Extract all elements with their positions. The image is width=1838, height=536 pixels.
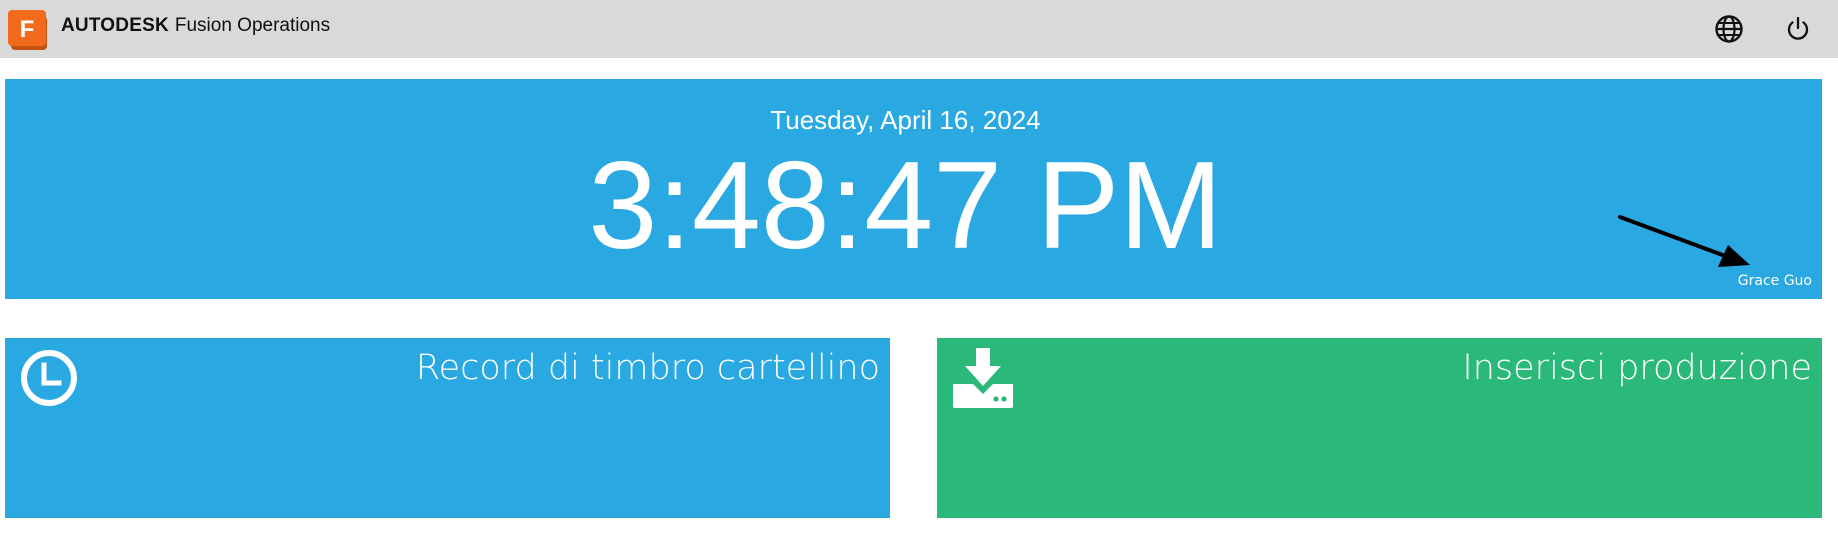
brand-title: AUTODESK Fusion Operations: [61, 15, 330, 37]
clock-icon: [19, 348, 81, 410]
clock-panel: Tuesday, April 16, 2024 3:48:47 PM Grace…: [5, 79, 1822, 299]
fusion-logo-icon: F: [8, 10, 50, 52]
brand-company: AUTODESK: [61, 15, 169, 36]
current-time: 3:48:47 PM: [588, 137, 1223, 275]
download-icon: [951, 348, 1013, 410]
tile-enter-production[interactable]: Inserisci produzione: [937, 338, 1822, 518]
top-bar: F AUTODESK Fusion Operations: [0, 0, 1838, 58]
tile-label: Inserisci produzione: [1462, 348, 1812, 388]
globe-icon: [1715, 15, 1743, 43]
power-icon: [1787, 16, 1809, 40]
svg-text:F: F: [20, 16, 35, 43]
tile-label: Record di timbro cartellino: [415, 348, 880, 388]
user-name: Grace Guo: [1737, 273, 1812, 289]
language-button[interactable]: [1712, 12, 1746, 46]
tile-clock-records[interactable]: Record di timbro cartellino: [5, 338, 890, 518]
brand-product: Fusion Operations: [174, 15, 331, 36]
arrow-icon: [1618, 215, 1750, 267]
logout-button[interactable]: [1781, 12, 1815, 46]
